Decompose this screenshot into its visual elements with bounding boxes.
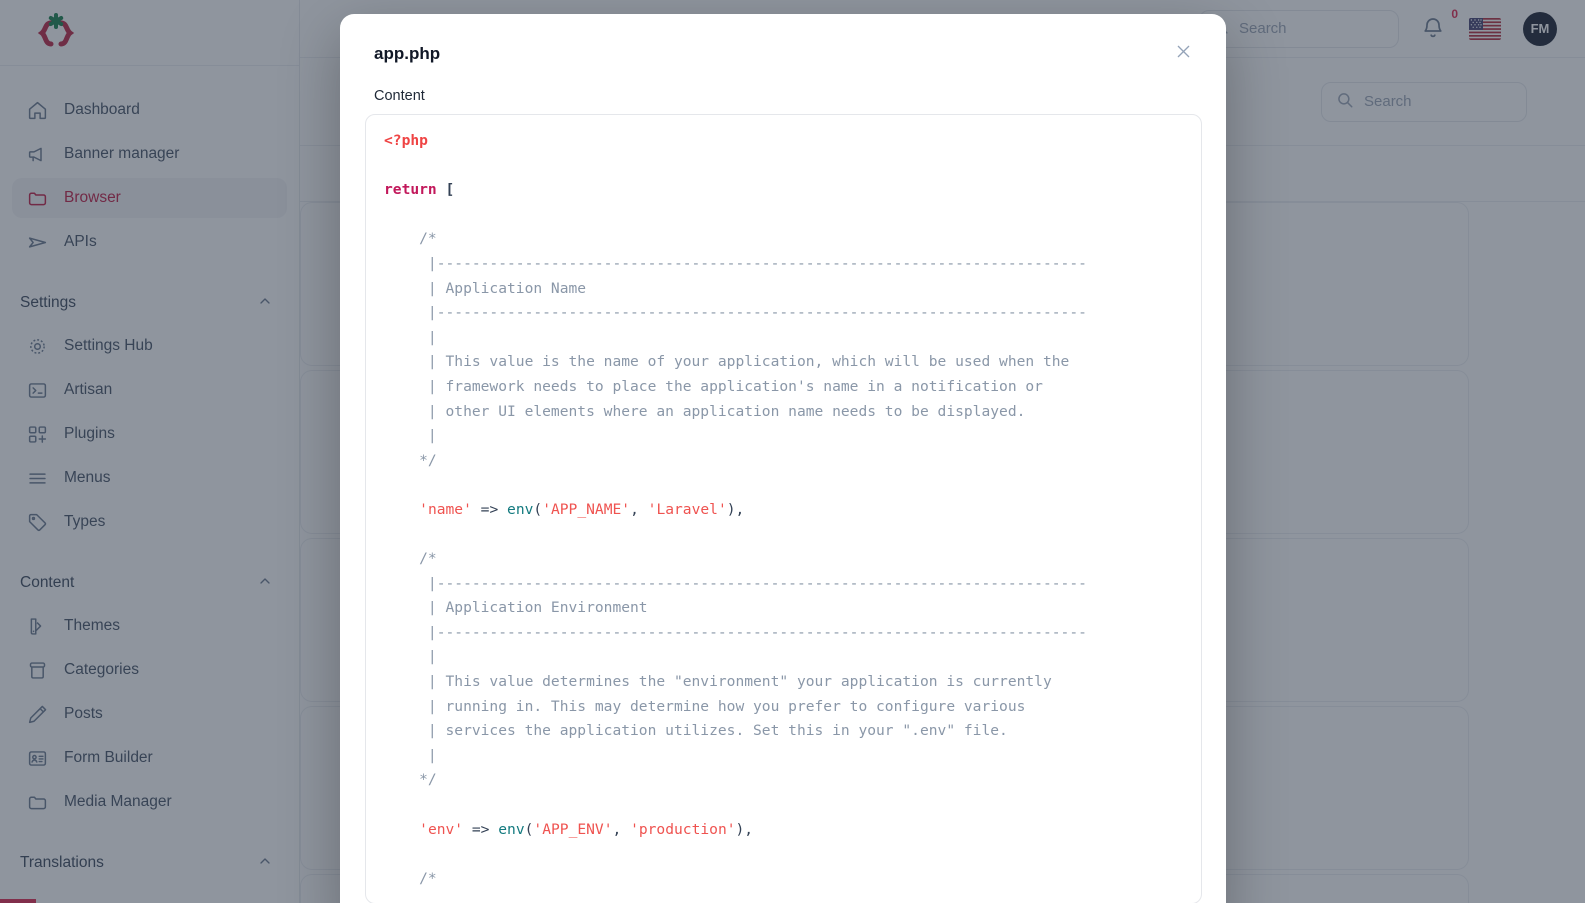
- code-token: <?php: [384, 132, 428, 149]
- code-token: /*: [384, 869, 437, 887]
- code-token: return: [384, 181, 437, 199]
- code-token: 'name': [419, 500, 472, 518]
- code-viewer[interactable]: <?php return [ /* |---------------------…: [365, 114, 1202, 903]
- code-token: | other UI elements where an application…: [384, 402, 1026, 420]
- code-token: ,: [612, 820, 631, 838]
- code-token: [: [445, 181, 455, 199]
- code-token: | running in. This may determine how you…: [384, 697, 1026, 715]
- code-content: <?php return [ /* |---------------------…: [366, 129, 1201, 891]
- file-content-modal: app.php Content <?php return [ /* |-----…: [340, 14, 1226, 903]
- code-token: |: [384, 427, 437, 445]
- code-token: | This value is the name of your applica…: [384, 353, 1070, 371]
- code-token: | Application Name: [384, 279, 587, 297]
- code-token: env: [498, 820, 525, 838]
- code-token: =>: [480, 500, 499, 518]
- code-token: ,: [630, 500, 648, 518]
- code-token: |---------------------------------------…: [384, 623, 1087, 641]
- modal-title: app.php: [374, 44, 441, 63]
- code-token: 'env': [419, 820, 464, 838]
- code-token: | framework needs to place the applicati…: [384, 377, 1043, 395]
- code-token: |: [384, 648, 437, 666]
- code-token: */: [384, 771, 437, 789]
- code-token: env: [507, 500, 534, 518]
- code-token: /*: [384, 550, 437, 568]
- code-token: =>: [471, 820, 490, 838]
- code-token: (: [533, 500, 543, 518]
- code-token: |---------------------------------------…: [384, 574, 1087, 592]
- code-token: 'production': [630, 820, 736, 838]
- code-token: ),: [735, 820, 754, 838]
- modal-header: app.php: [340, 14, 1226, 64]
- code-token: */: [384, 451, 437, 469]
- code-token: |: [384, 746, 437, 764]
- close-icon[interactable]: [1170, 38, 1196, 64]
- content-field-label: Content: [374, 88, 425, 104]
- code-token: 'APP_NAME': [542, 500, 631, 518]
- app-root: Dashboard Banner manager Browser: [0, 0, 1585, 903]
- code-token: | Application Environment: [384, 599, 648, 617]
- code-token: |---------------------------------------…: [384, 254, 1087, 272]
- code-token: 'APP_ENV': [533, 820, 613, 838]
- code-token: |: [384, 328, 437, 346]
- code-token: |---------------------------------------…: [384, 304, 1087, 322]
- code-token: ),: [726, 500, 745, 518]
- code-token: 'Laravel': [647, 500, 727, 518]
- code-token: /*: [384, 230, 437, 248]
- code-token: | services the application utilizes. Set…: [384, 722, 1008, 740]
- code-token: | This value determines the "environment…: [384, 673, 1052, 691]
